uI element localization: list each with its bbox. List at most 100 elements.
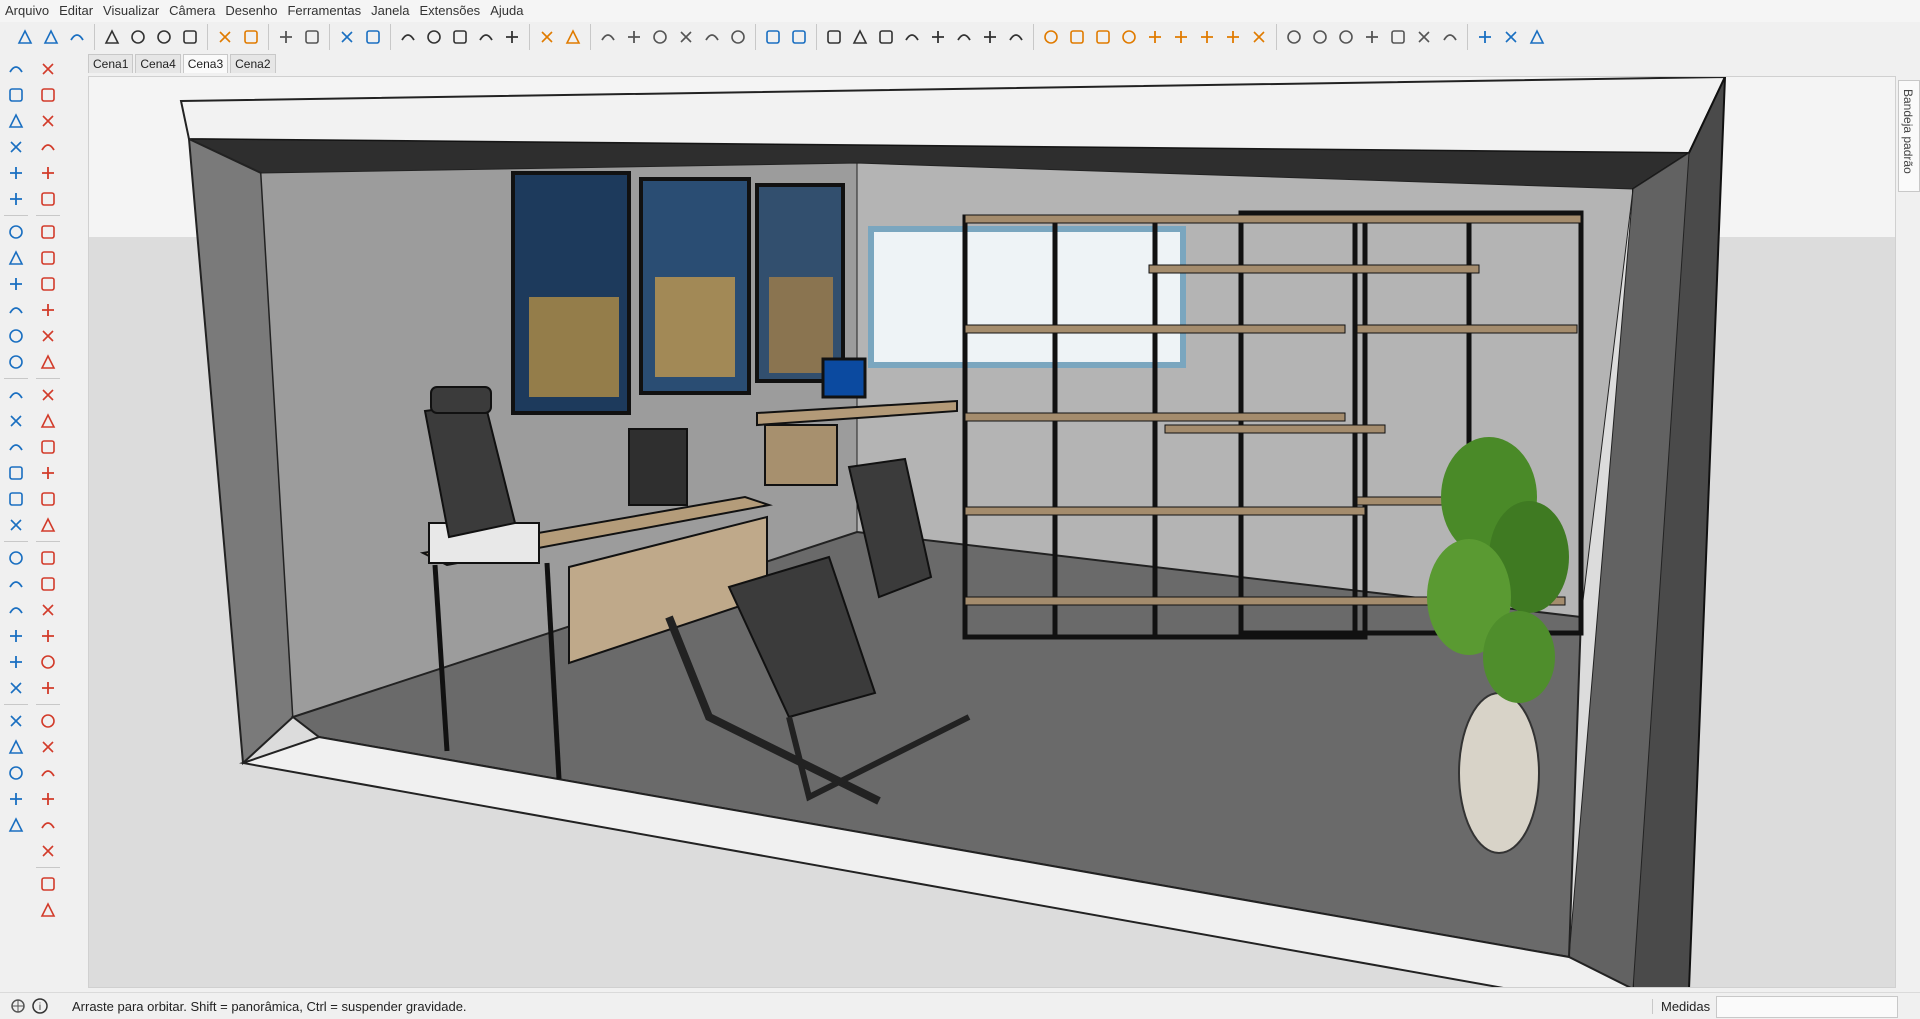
solid-trim-icon[interactable] [1526,26,1548,48]
preview-icon[interactable] [1413,26,1435,48]
scene-tab-cena3[interactable]: Cena3 [182,54,229,73]
scene-tab-cena1[interactable]: Cena1 [88,54,134,73]
fillet-icon[interactable] [4,409,28,433]
dimension-tool-icon[interactable] [36,624,60,648]
layers-remove-icon[interactable] [4,272,28,296]
upload-icon[interactable] [1361,26,1383,48]
position-camera-icon[interactable] [36,787,60,811]
smoove-icon[interactable] [397,26,419,48]
protractor-icon[interactable] [1092,26,1114,48]
axes-icon[interactable] [1144,26,1166,48]
pointer-icon[interactable] [1005,26,1027,48]
walk-tool-icon[interactable] [36,839,60,863]
shaded-icon[interactable] [927,26,949,48]
components-icon[interactable] [762,26,784,48]
left-view-icon[interactable] [727,26,749,48]
warehouse-icon[interactable] [1283,26,1305,48]
iso-view-icon[interactable] [597,26,619,48]
follow-me-icon[interactable] [36,487,60,511]
shadows-icon[interactable] [1222,26,1244,48]
axes-tool-icon[interactable] [36,598,60,622]
layout-icon[interactable] [1387,26,1409,48]
orient-icon[interactable] [4,324,28,348]
render-icon[interactable] [4,735,28,759]
select-icon[interactable] [36,57,60,81]
circle-icon[interactable] [36,220,60,244]
geo-location-icon[interactable] [10,998,26,1014]
home-icon[interactable] [4,598,28,622]
scene-tab-cena2[interactable]: Cena2 [230,54,276,73]
look-around-icon[interactable] [36,813,60,837]
sandbox-from-contours-icon[interactable] [336,26,358,48]
dollar-icon[interactable] [4,487,28,511]
undo-step-icon[interactable] [4,761,28,785]
section-cut-icon[interactable] [562,26,584,48]
flip-edge-icon[interactable] [501,26,523,48]
sandbox-tool-icon[interactable] [36,872,60,896]
back-edges-icon[interactable] [849,26,871,48]
export-icon[interactable] [4,709,28,733]
share-model-icon[interactable] [1335,26,1357,48]
rotate-icon[interactable] [4,161,28,185]
save-icon[interactable] [66,26,88,48]
rotate-tool-icon[interactable] [36,409,60,433]
menu-ajuda[interactable]: Ajuda [485,0,528,22]
scale-icon[interactable] [36,435,60,459]
fog-icon[interactable] [1248,26,1270,48]
textured-icon[interactable] [953,26,975,48]
back-view-icon[interactable] [701,26,723,48]
paint-icon[interactable] [36,513,60,537]
zoom-extents-icon[interactable] [36,761,60,785]
component-icon[interactable] [4,650,28,674]
scene-icon[interactable] [4,676,28,700]
orbit-icon[interactable] [4,83,28,107]
house-outline-icon[interactable] [4,624,28,648]
print-icon[interactable] [275,26,297,48]
cube-icon[interactable] [4,220,28,244]
line-icon[interactable] [36,109,60,133]
menu-ferramentas[interactable]: Ferramentas [282,0,366,22]
component-edit-icon[interactable] [36,83,60,107]
add-detail-icon[interactable] [475,26,497,48]
monochrome-icon[interactable] [979,26,1001,48]
menu-editar[interactable]: Editar [54,0,98,22]
ruler-icon[interactable] [4,109,28,133]
right-view-icon[interactable] [675,26,697,48]
drape-icon[interactable] [449,26,471,48]
menu-janela[interactable]: Janela [366,0,414,22]
pie-icon[interactable] [36,324,60,348]
zoom-window-icon[interactable] [36,735,60,759]
cloud-icon[interactable] [4,435,28,459]
section-icon[interactable] [4,350,28,374]
follow-icon[interactable] [4,187,28,211]
sandbox-icon[interactable] [1439,26,1461,48]
menu-arquivo[interactable]: Arquivo [0,0,54,22]
warehouse-icon[interactable] [4,546,28,570]
section-tool-icon[interactable] [36,898,60,922]
tray-tab[interactable]: Bandeja padrão [1898,80,1920,192]
report-icon[interactable] [4,513,28,537]
section-fill-icon[interactable] [4,383,28,407]
solid-subtract-icon[interactable] [1500,26,1522,48]
arc-icon[interactable] [36,272,60,296]
info-icon[interactable]: i [32,998,48,1014]
sandbox-scratch-icon[interactable] [362,26,384,48]
go-icon[interactable] [4,813,28,837]
orbit-tool-icon[interactable] [36,650,60,674]
move-icon[interactable] [4,298,28,322]
tape-measure-icon[interactable] [1040,26,1062,48]
rectangle-icon[interactable] [36,161,60,185]
menu-extensoes[interactable]: Extensões [414,0,485,22]
xray-icon[interactable] [823,26,845,48]
model-info-icon[interactable] [301,26,323,48]
scene-tab-cena4[interactable]: Cena4 [135,54,181,73]
text-tool-icon[interactable] [36,572,60,596]
dimension-icon[interactable] [1066,26,1088,48]
walk-icon[interactable] [4,57,28,81]
arc3-icon[interactable] [36,298,60,322]
menu-visualizar[interactable]: Visualizar [98,0,164,22]
stamp-icon[interactable] [423,26,445,48]
section-plane-icon[interactable] [536,26,558,48]
materials-icon[interactable] [788,26,810,48]
offset-icon[interactable] [36,461,60,485]
